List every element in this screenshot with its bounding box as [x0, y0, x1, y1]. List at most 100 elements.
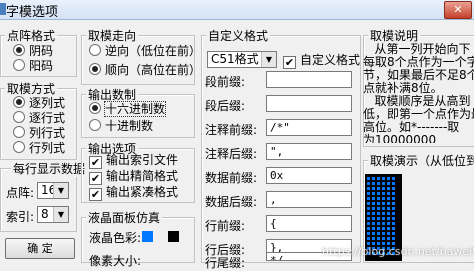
comment-suffix-input[interactable]: ", [266, 143, 352, 160]
preview-pixel [392, 197, 395, 200]
preview-pixel [377, 222, 380, 225]
preview-pixel [387, 202, 390, 205]
output-index-file-checkbox[interactable]: ✔ 输出索引文件 [89, 152, 178, 169]
mode-column-row-radio[interactable]: 列行式 [13, 125, 65, 141]
preview-pixel [387, 197, 390, 200]
preview-pixel [367, 232, 370, 235]
preview-pixel [367, 212, 370, 215]
preview-pixel [382, 222, 385, 225]
dot-format-yang-radio[interactable]: 阳码 [13, 58, 53, 74]
output-compact-checkbox[interactable]: ✔ 输出精简格式 [89, 168, 178, 185]
segment-suffix-label: 段后缀: [205, 99, 246, 113]
preview-pixel [377, 202, 380, 205]
preview-pixel [382, 197, 385, 200]
preview-pixel-row [367, 212, 395, 215]
preview-pixel [367, 182, 370, 185]
preview-pixel [372, 217, 375, 220]
preview-pixel [377, 192, 380, 195]
radio-checked-icon [13, 44, 25, 56]
lcd-color-label: 液晶色彩: [89, 231, 142, 245]
dot-format-yin-radio[interactable]: 阴码 [13, 43, 53, 59]
preview-pixel [367, 187, 370, 190]
preview-pixel-row [367, 222, 395, 225]
preview-pixel [382, 227, 385, 230]
preview-pixel [387, 227, 390, 230]
mode-row-radio[interactable]: 逐行式 [13, 110, 65, 126]
mode-row-column-radio[interactable]: 行列式 [13, 140, 65, 156]
index-count-select[interactable]: 8 ▼ [37, 206, 69, 223]
preview-pixel [367, 197, 370, 200]
custom-format-checkbox[interactable]: ✔ 自定义格式 [283, 52, 360, 69]
preview-pixel [372, 207, 375, 210]
preview-pixel [392, 187, 395, 190]
radio-icon [89, 44, 101, 56]
preview-pixel [382, 187, 385, 190]
data-suffix-input[interactable]: , [266, 191, 352, 208]
preview-pixel [382, 177, 385, 180]
preview-pixel-row [367, 227, 395, 230]
preview-pixel [377, 217, 380, 220]
preview-pixel [392, 217, 395, 220]
preview-pixel [387, 217, 390, 220]
radio-icon [89, 119, 101, 131]
close-button[interactable]: ✕ [444, 1, 472, 19]
preview-pixel [392, 232, 395, 235]
preview-pixel [392, 237, 395, 240]
line-prefix-input[interactable]: { [266, 215, 352, 232]
direction-forward-radio[interactable]: 顺向（高位在前） [89, 62, 201, 78]
preview-pixel [377, 207, 380, 210]
checkmark-icon: ✔ [283, 56, 296, 69]
window-title: 字模选项 [6, 5, 59, 20]
preview-pixel [387, 177, 390, 180]
preview-pixel [382, 207, 385, 210]
preview-pixel [382, 237, 385, 240]
segment-prefix-label: 段前缀: [205, 75, 246, 89]
ok-button[interactable]: 确 定 [5, 238, 75, 259]
preview-pixel [367, 237, 370, 240]
preview-pixel [367, 227, 370, 230]
preview-pixel [382, 217, 385, 220]
preview-pixel [382, 182, 385, 185]
preview-pixel [367, 207, 370, 210]
preview-pixel-row [367, 207, 395, 210]
preview-pixel [392, 192, 395, 195]
direction-title: 取模走向 [86, 27, 139, 44]
output-tight-checkbox[interactable]: ✔ 输出紧凑格式 [89, 184, 178, 201]
comment-prefix-input[interactable]: /*" [266, 119, 352, 136]
watermark: https://blog.csdn.net/bawei939 [322, 245, 474, 258]
preview-pixel [382, 232, 385, 235]
preview-pixel-row [367, 182, 395, 185]
preview-pixel [387, 192, 390, 195]
chevron-down-icon: ▼ [261, 52, 276, 67]
preview-pixel-row [367, 202, 395, 205]
segment-prefix-input[interactable] [266, 71, 352, 88]
help-text: 从第一列开始向下 每取8个点作为一个字 节，如果最后不足8个 点就补满8位。 取… [363, 43, 474, 143]
radio-checked-icon [89, 63, 101, 75]
preview-pixel [377, 187, 380, 190]
preview-pixel [387, 207, 390, 210]
index-count-label: 索引: [6, 210, 35, 224]
segment-suffix-input[interactable] [266, 95, 352, 112]
checkmark-icon: ✔ [89, 188, 102, 201]
direction-reverse-radio[interactable]: 逆向（低位在前） [89, 43, 201, 59]
preview-pixel-row [367, 237, 395, 240]
dot-count-select[interactable]: 16 ▼ [37, 182, 69, 199]
radio-checked-icon [89, 102, 101, 114]
preview-pixel [392, 177, 395, 180]
output-hex-radio[interactable]: 十六进制数 [89, 101, 167, 117]
display-title: 每行显示数据 [11, 160, 88, 177]
format-select[interactable]: C51格式 ▼ [207, 51, 277, 68]
preview-pixel-row [367, 177, 395, 180]
mode-column-radio[interactable]: 逐列式 [13, 95, 65, 111]
output-dec-radio[interactable]: 十进制数 [89, 118, 153, 134]
preview-pixel [387, 182, 390, 185]
title-bar: 字模选项 ✕ [0, 0, 474, 20]
preview-pixel [377, 212, 380, 215]
data-prefix-input[interactable]: 0x [266, 167, 352, 184]
preview-pixel [372, 177, 375, 180]
preview-pixel [367, 192, 370, 195]
preview-pixel [382, 212, 385, 215]
lcd-color-off-swatch[interactable] [168, 231, 179, 242]
lcd-color-on-swatch[interactable] [142, 231, 153, 242]
preview-title: 取模演示（从低位到高 [368, 152, 474, 169]
